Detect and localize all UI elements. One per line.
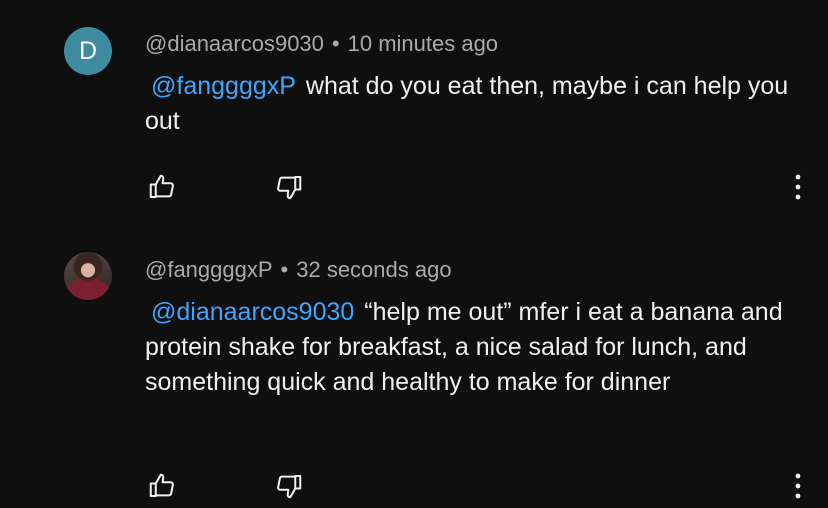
- avatar[interactable]: D: [64, 27, 112, 75]
- comment-author[interactable]: @dianaarcos9030: [145, 31, 324, 56]
- comment-meta: @fanggggxP • 32 seconds ago: [145, 257, 452, 283]
- like-button[interactable]: [145, 170, 179, 204]
- meta-separator: •: [280, 257, 289, 282]
- avatar-letter: D: [78, 36, 98, 65]
- like-button[interactable]: [145, 469, 179, 503]
- comment-text: @dianaarcos9030 “help me out” mfer i eat …: [145, 295, 805, 400]
- meta-separator: •: [331, 31, 340, 56]
- thumbs-up-icon: [149, 174, 174, 198]
- more-vertical-icon: [795, 174, 801, 200]
- dislike-button[interactable]: [272, 469, 306, 503]
- comment-item: D @dianaarcos9030 • 10 minutes ago @fanggg…: [0, 0, 828, 230]
- comment-timestamp[interactable]: 32 seconds ago: [296, 257, 451, 282]
- comment-meta: @dianaarcos9030 • 10 minutes ago: [145, 31, 498, 57]
- comment-text: @fanggggxP what do you eat then, maybe i …: [145, 69, 805, 139]
- mention-link[interactable]: @fanggggxP: [151, 72, 296, 100]
- more-actions-button[interactable]: [786, 469, 810, 503]
- comment-actions: [145, 469, 810, 503]
- comment-timestamp[interactable]: 10 minutes ago: [348, 31, 498, 56]
- thumbs-down-icon: [277, 475, 302, 499]
- avatar[interactable]: [64, 252, 112, 300]
- more-vertical-icon: [795, 473, 801, 499]
- thumbs-up-icon: [149, 473, 174, 497]
- thumbs-down-icon: [277, 176, 302, 200]
- comment-actions: [145, 170, 810, 204]
- comment-item: @fanggggxP • 32 seconds ago @dianaarcos903…: [0, 230, 828, 508]
- more-actions-button[interactable]: [786, 170, 810, 204]
- comment-author[interactable]: @fanggggxP: [145, 257, 273, 282]
- mention-link[interactable]: @dianaarcos9030: [151, 298, 354, 326]
- dislike-button[interactable]: [272, 170, 306, 204]
